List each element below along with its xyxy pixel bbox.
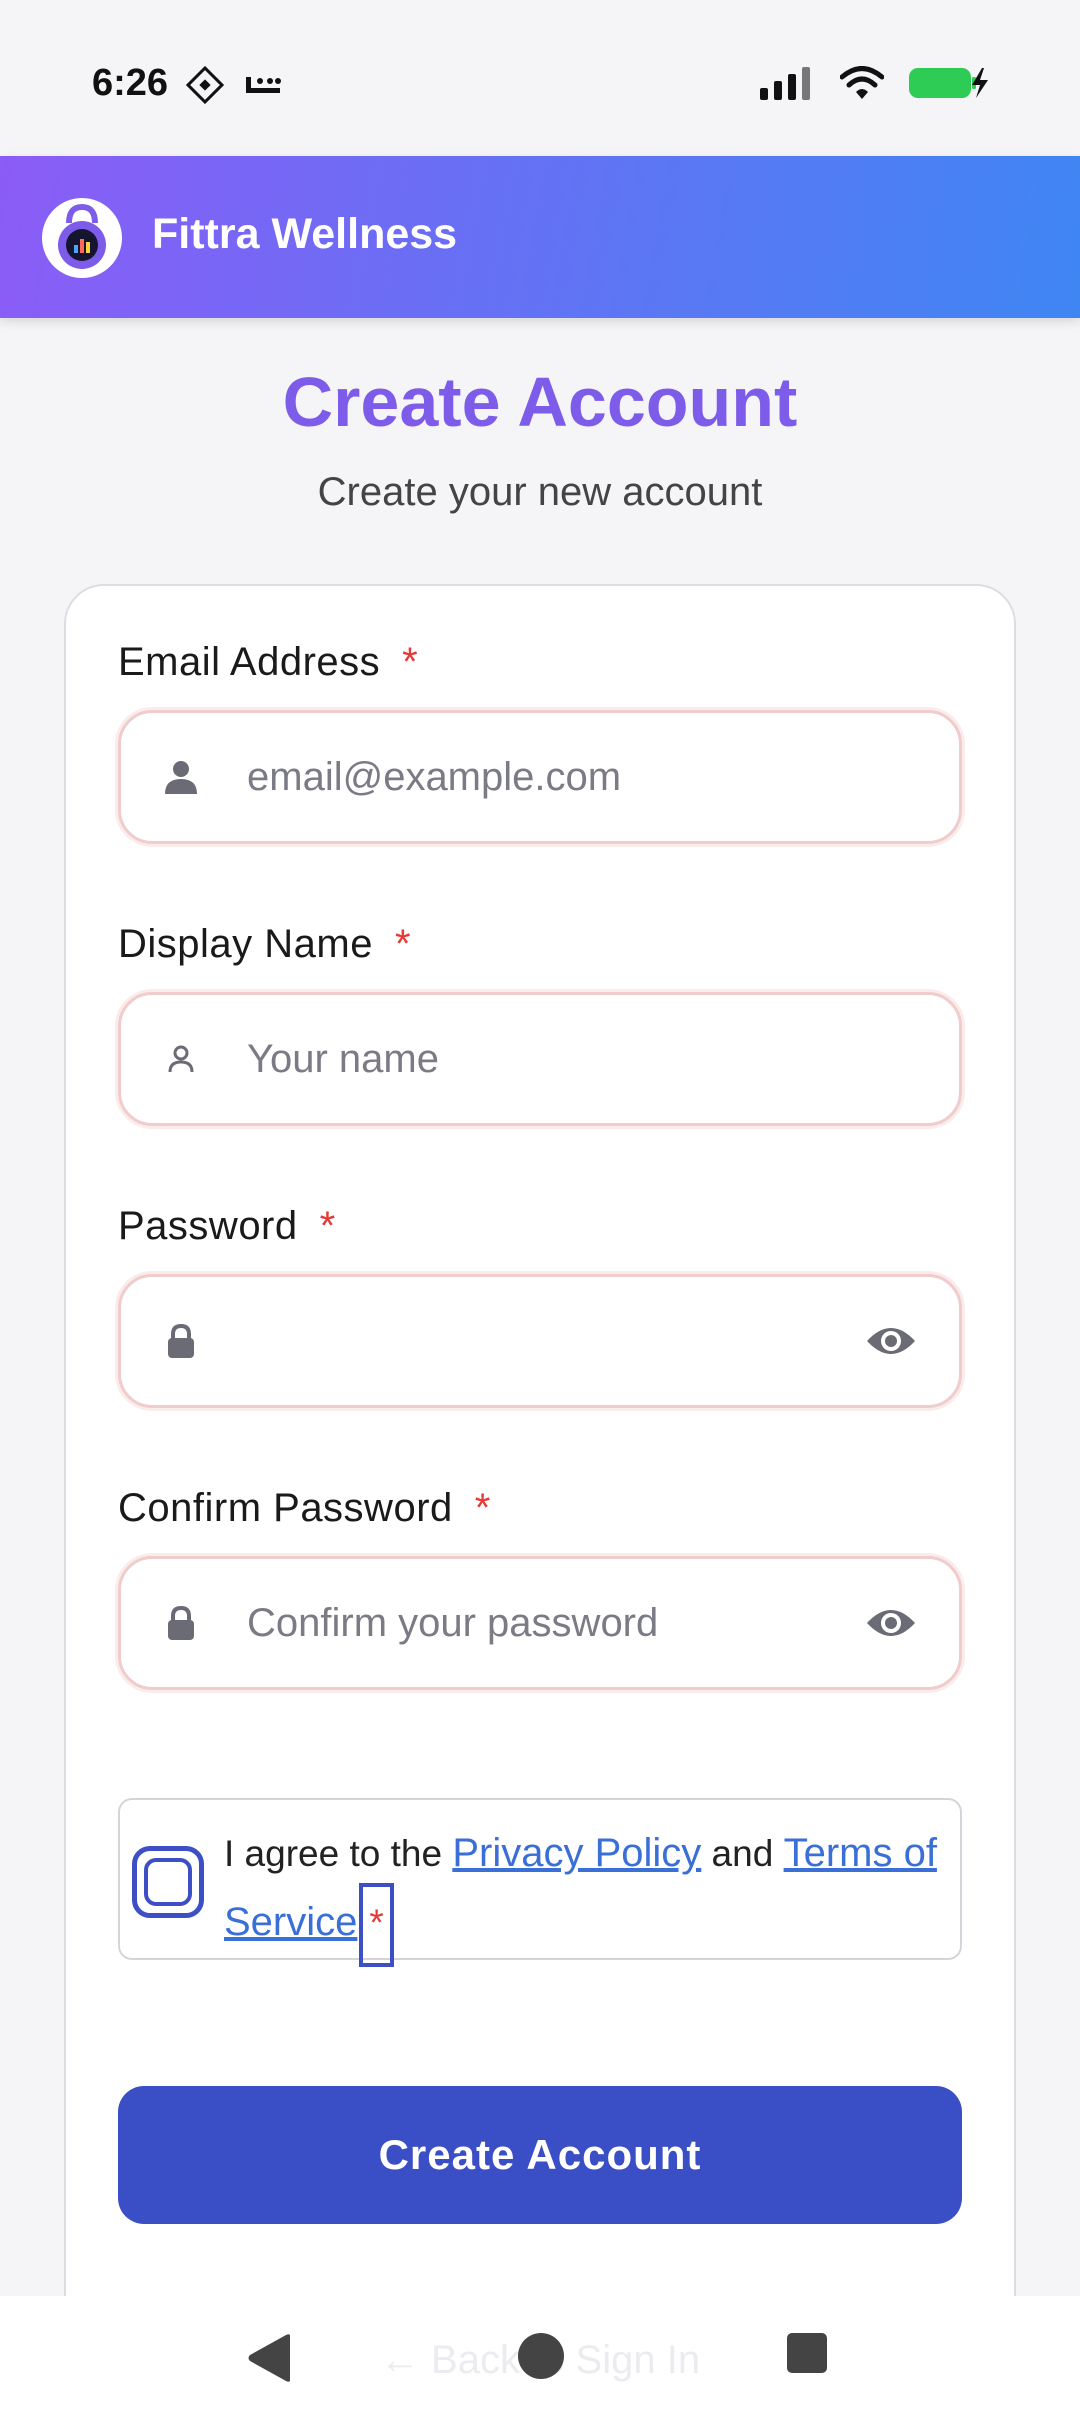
privacy-policy-link[interactable]: Privacy Policy (452, 1831, 701, 1875)
app-header: Fittra Wellness (0, 156, 1080, 318)
display-name-input[interactable] (247, 995, 847, 1123)
display-name-label-text: Display Name (118, 922, 373, 966)
display-name-label: Display Name * (118, 922, 411, 967)
kettlebell-logo-icon (58, 203, 106, 269)
nav-recents-icon[interactable] (786, 2332, 828, 2374)
user-icon (161, 757, 201, 797)
lock-icon (161, 1603, 201, 1643)
confirm-password-required-mark: * (474, 1486, 491, 1530)
nav-back-icon[interactable] (246, 2332, 292, 2384)
confirm-password-label-text: Confirm Password (118, 1486, 453, 1530)
app-logo (42, 198, 122, 278)
show-password-eye-icon[interactable] (863, 1313, 919, 1369)
status-time: 6:26 (92, 62, 169, 104)
signal-icon (760, 67, 810, 100)
password-input[interactable] (247, 1277, 847, 1405)
wifi-icon (840, 66, 884, 99)
grid-app-icon (186, 66, 224, 104)
create-account-button[interactable]: Create Account (118, 2086, 962, 2224)
battery-charging-icon (909, 68, 988, 98)
display-name-required-mark: * (394, 922, 412, 966)
email-field-container (118, 710, 962, 844)
status-icons-right (758, 66, 990, 100)
email-input[interactable] (247, 713, 847, 841)
password-required-mark: * (319, 1204, 336, 1248)
terms-middle: and (701, 1833, 784, 1874)
nav-home-icon[interactable] (517, 2332, 565, 2380)
app-title: Fittra Wellness (152, 210, 458, 258)
user-outline-icon (161, 1039, 201, 1079)
terms-required-mark: * (359, 1883, 394, 1967)
status-bar: 6:26 (0, 0, 1080, 156)
terms-agreement: I agree to the Privacy Policy and Terms … (118, 1798, 962, 1967)
password-field-container (118, 1274, 962, 1408)
confirm-password-label: Confirm Password * (118, 1486, 491, 1531)
status-icons-left (186, 66, 284, 104)
email-label-text: Email Address (118, 640, 381, 684)
terms-text: I agree to the Privacy Policy and Terms … (224, 1824, 944, 1967)
show-confirm-password-eye-icon[interactable] (863, 1595, 919, 1651)
lock-icon (161, 1321, 201, 1361)
cast-icon (246, 77, 281, 93)
confirm-password-field-container (118, 1556, 962, 1690)
terms-checkbox[interactable] (132, 1846, 204, 1918)
page-subtitle: Create your new account (317, 470, 763, 514)
page-title: Create Account (282, 363, 798, 441)
system-nav-bar: ← Back to Sign In (0, 2296, 1080, 2424)
email-label: Email Address * (118, 640, 418, 685)
password-label-text: Password (118, 1204, 298, 1248)
confirm-password-input[interactable] (247, 1559, 847, 1687)
signup-card (64, 584, 1016, 2344)
display-name-field-container (118, 992, 962, 1126)
email-required-mark: * (402, 640, 419, 684)
terms-prefix: I agree to the (224, 1833, 453, 1874)
password-label: Password * (118, 1204, 336, 1249)
